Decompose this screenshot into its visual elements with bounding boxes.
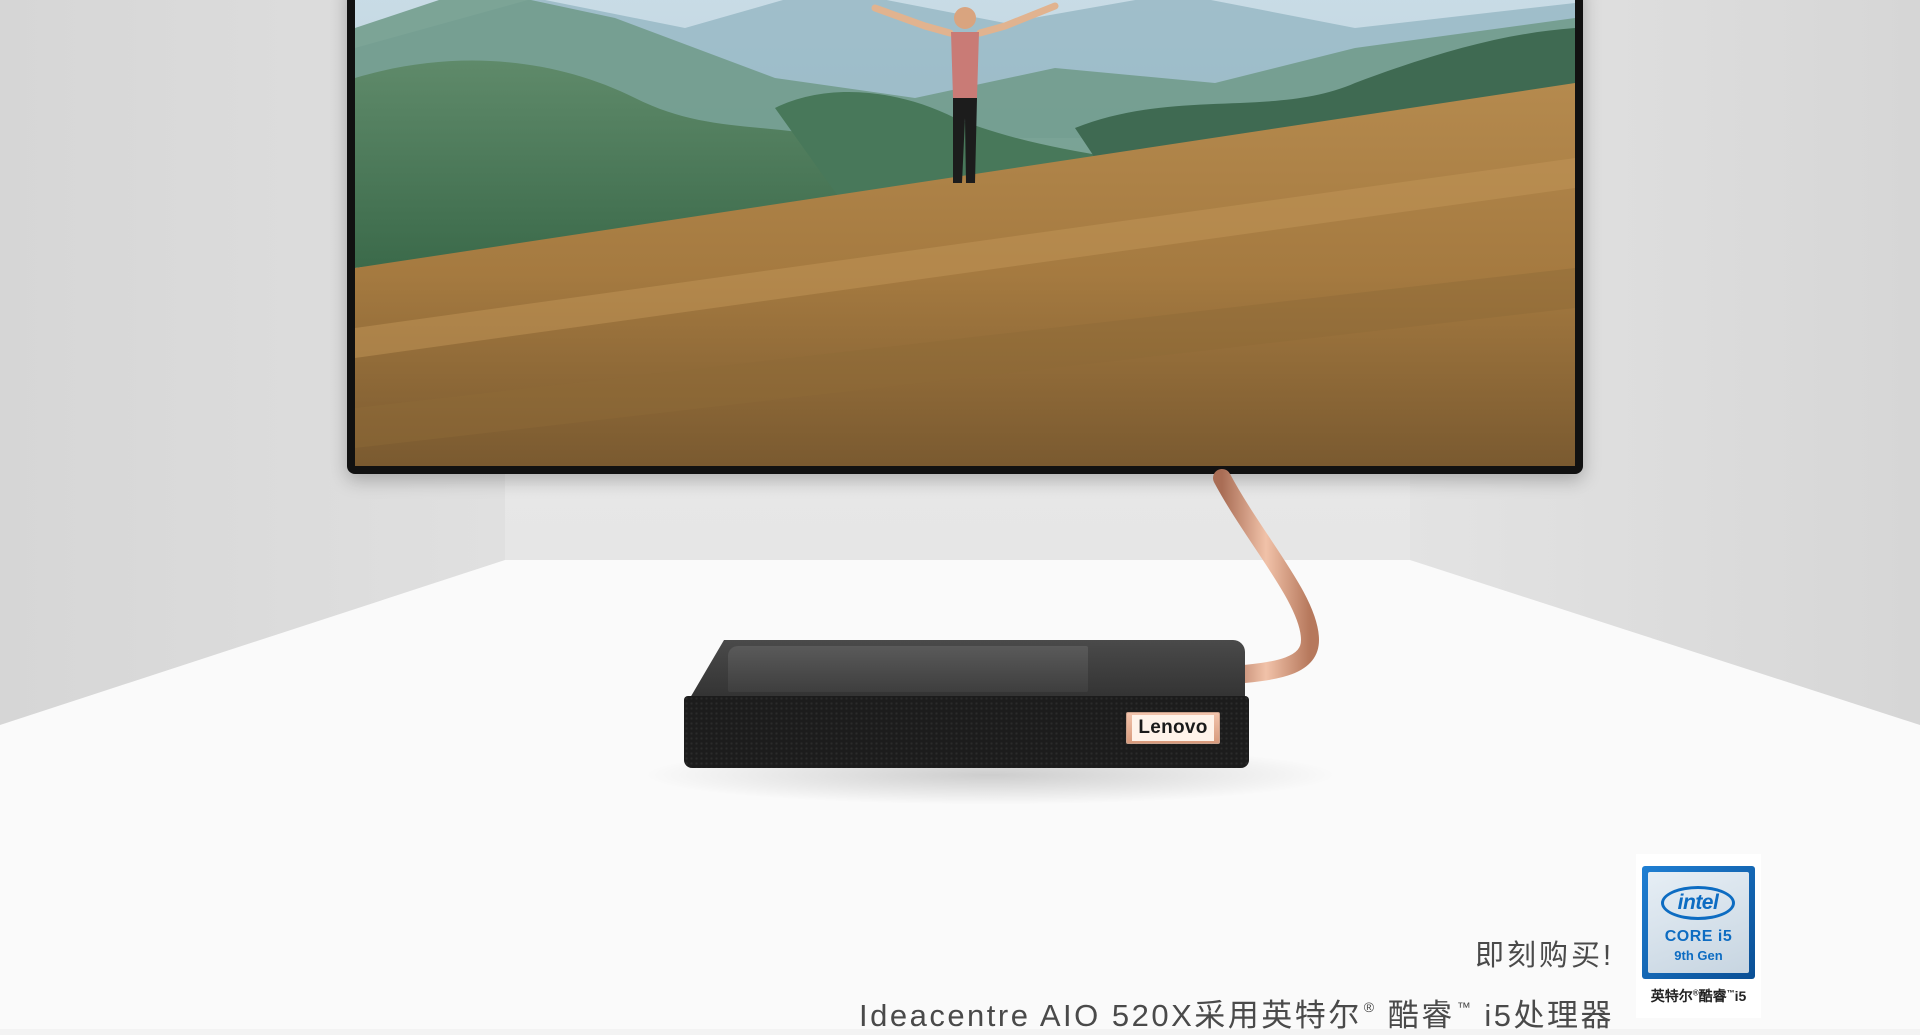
intel-brand-text: intel — [1677, 891, 1719, 914]
tagline-suffix: i5处理器 — [1473, 998, 1614, 1033]
intel-chip-icon: intel CORE i5 9th Gen — [1642, 866, 1755, 979]
buy-now-headline: 即刻购买! — [1474, 940, 1614, 972]
tagline-prefix: Ideacentre AIO 520X采用英特尔 — [858, 998, 1362, 1033]
intel-logo-icon: intel — [1661, 886, 1735, 920]
intel-caption-tm: ™ — [1726, 988, 1735, 998]
intel-badge-caption: 英特尔®酷睿™i5 — [1636, 986, 1761, 1006]
intel-core-i5-badge: intel CORE i5 9th Gen 英特尔®酷睿™i5 — [1636, 854, 1761, 1018]
intel-core-line: CORE i5 — [1664, 928, 1733, 945]
trademark-mark: ™ — [1456, 999, 1474, 1015]
product-caption: 即刻购买! Ideacentre AIO 520X采用英特尔 ® 酷睿 ™ i5处理… — [859, 932, 1614, 1035]
tagline-mid: 酷睿 — [1376, 998, 1455, 1033]
computer-base-unit: Lenovo — [684, 640, 1249, 770]
intel-generation: 9th Gen — [1674, 948, 1723, 963]
lenovo-logo-text: Lenovo — [1132, 715, 1214, 741]
intel-caption-prefix: 英特尔 — [1650, 988, 1693, 1004]
product-scene: Lenovo 即刻购买! Ideacentre AIO 520X采用英特尔 ® 酷… — [0, 0, 1920, 1033]
intel-caption-suffix: i5 — [1734, 988, 1747, 1004]
landscape-illustration — [355, 0, 1575, 466]
all-in-one-monitor — [347, 0, 1583, 474]
product-tagline: Ideacentre AIO 520X采用英特尔 ® 酷睿 ™ i5处理器 — [859, 990, 1614, 1035]
monitor-screen-image — [355, 0, 1575, 466]
lenovo-logo-badge: Lenovo — [1126, 712, 1220, 744]
registered-mark: ® — [1363, 999, 1377, 1015]
wireless-charging-pad — [728, 646, 1088, 692]
intel-caption-mid: 酷睿 — [1698, 988, 1727, 1004]
